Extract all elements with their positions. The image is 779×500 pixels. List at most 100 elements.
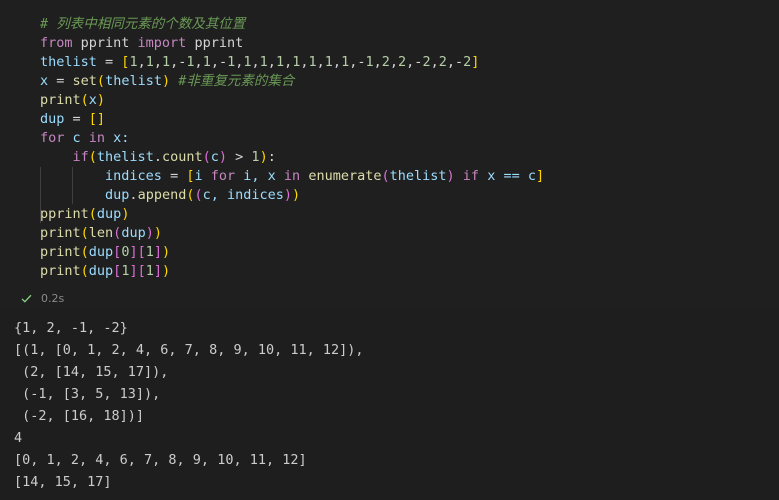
code-token: = xyxy=(64,111,89,127)
code-token: 2 xyxy=(438,54,447,70)
code-token: ( xyxy=(96,73,106,89)
code-line: from pprint import pprint xyxy=(40,34,544,53)
code-token: ,- xyxy=(446,54,464,70)
code-token: ) xyxy=(96,92,106,108)
code-token: ,- xyxy=(170,54,187,70)
code-token: pprint xyxy=(40,206,89,222)
code-token: ) xyxy=(121,206,130,222)
code-token: 1 xyxy=(129,54,138,70)
output-line: [(1, [0, 1, 2, 4, 6, 7, 8, 9, 10, 11, 12… xyxy=(14,342,364,358)
output-line: 4 xyxy=(14,430,23,446)
code-token: x xyxy=(88,92,97,108)
code-token: ( xyxy=(88,206,97,222)
code-line: pprint(dup) xyxy=(40,205,544,224)
code-token: i, x xyxy=(235,168,284,184)
code-line: # 列表中相同元素的个数及其位置 xyxy=(40,15,544,34)
code-token: ) xyxy=(145,225,154,241)
code-token: 1 xyxy=(186,54,195,70)
code-token: thelist xyxy=(389,168,447,184)
code-token: , xyxy=(267,54,276,70)
code-token: if xyxy=(72,149,89,165)
code-line: for c in x: xyxy=(40,129,544,148)
code-token: c xyxy=(210,149,219,165)
code-token: ,- xyxy=(406,54,423,70)
output-line: [0, 1, 2, 4, 6, 7, 8, 9, 10, 11, 12] xyxy=(14,452,307,468)
code-token: , xyxy=(389,54,399,70)
code-token: print xyxy=(40,244,81,260)
code-token: ) xyxy=(218,149,228,165)
cell-output: {1, 2, -1, -2} [(1, [0, 1, 2, 4, 6, 7, 8,… xyxy=(14,317,364,493)
output-line: (-1, [3, 5, 13]), xyxy=(14,386,161,402)
code-token: dup xyxy=(88,263,114,279)
code-token: in xyxy=(88,130,106,146)
code-token: for xyxy=(40,130,65,146)
code-token: c, indices xyxy=(202,187,284,203)
code-line: print(len(dup)) xyxy=(40,224,544,243)
code-token: dup xyxy=(121,225,146,241)
code-token: [ xyxy=(137,244,146,260)
code-token: indices xyxy=(105,168,162,184)
code-token: ( xyxy=(88,149,97,165)
code-token: ] xyxy=(129,244,138,260)
code-cell[interactable]: # 列表中相同元素的个数及其位置 from pprint import pprin… xyxy=(0,0,779,308)
code-token: ] xyxy=(471,54,480,70)
code-token: . xyxy=(153,149,162,165)
code-editor[interactable]: # 列表中相同元素的个数及其位置 from pprint import pprin… xyxy=(40,15,544,281)
code-token: ) xyxy=(292,187,301,203)
code-token: , xyxy=(316,54,325,70)
code-token: len xyxy=(88,225,114,241)
code-token: pprint xyxy=(186,35,244,51)
code-token: , xyxy=(373,54,382,70)
code-token: = xyxy=(96,54,122,70)
output-line: (-2, [16, 18])] xyxy=(14,408,145,424)
code-token: > xyxy=(227,149,252,165)
code-token: , xyxy=(332,54,342,70)
code-token: , xyxy=(300,54,309,70)
code-token: , xyxy=(251,54,260,70)
code-token: thelist xyxy=(105,73,162,89)
code-token: 1 xyxy=(259,54,268,70)
code-token: c xyxy=(64,130,89,146)
code-token: # 列表中相同元素的个数及其位置 xyxy=(40,16,246,32)
code-line: dup = [] xyxy=(40,110,544,129)
code-line: x = set(thelist) #非重复元素的集合 xyxy=(40,72,544,91)
code-line: dup.append((c, indices)) xyxy=(40,186,544,205)
code-token: append xyxy=(137,187,187,203)
code-token: dup xyxy=(40,111,65,127)
output-line: [14, 15, 17] xyxy=(14,474,112,490)
code-token: , xyxy=(153,54,162,70)
code-token: in xyxy=(283,168,301,184)
code-token: 2 xyxy=(422,54,431,70)
output-line: (2, [14, 15, 17]), xyxy=(14,364,169,380)
code-token: ) xyxy=(161,73,171,89)
code-token: x: xyxy=(105,130,130,146)
code-token: print xyxy=(40,263,81,279)
code-token: ] xyxy=(153,244,163,260)
code-token: 1 xyxy=(324,54,333,70)
code-token: 2 xyxy=(398,54,407,70)
code-token: 1 xyxy=(275,54,285,70)
code-line: print(x) xyxy=(40,91,544,110)
code-token: [ xyxy=(137,263,146,279)
code-token: 1 xyxy=(145,54,154,70)
code-token: ( xyxy=(381,168,390,184)
code-line: thelist = [1,1,1,-1,1,-1,1,1,1,1,1,1,1,-… xyxy=(40,53,544,72)
code-token: ( xyxy=(80,225,89,241)
code-token: , xyxy=(284,54,293,70)
code-token: 1 xyxy=(145,263,154,279)
code-token: count xyxy=(161,149,203,165)
code-token: ) xyxy=(162,244,171,260)
execution-duration: 0.2s xyxy=(41,291,65,305)
code-token: dup xyxy=(105,187,130,203)
code-token: 1 xyxy=(251,149,260,165)
code-token: [] xyxy=(88,111,106,127)
code-token: ,- xyxy=(349,54,366,70)
output-line: {1, 2, -1, -2} xyxy=(14,320,128,336)
code-token: , xyxy=(430,54,439,70)
code-token: print xyxy=(40,225,81,241)
code-token: : xyxy=(267,149,276,165)
code-token: ] xyxy=(153,263,163,279)
code-token: dup xyxy=(88,244,114,260)
